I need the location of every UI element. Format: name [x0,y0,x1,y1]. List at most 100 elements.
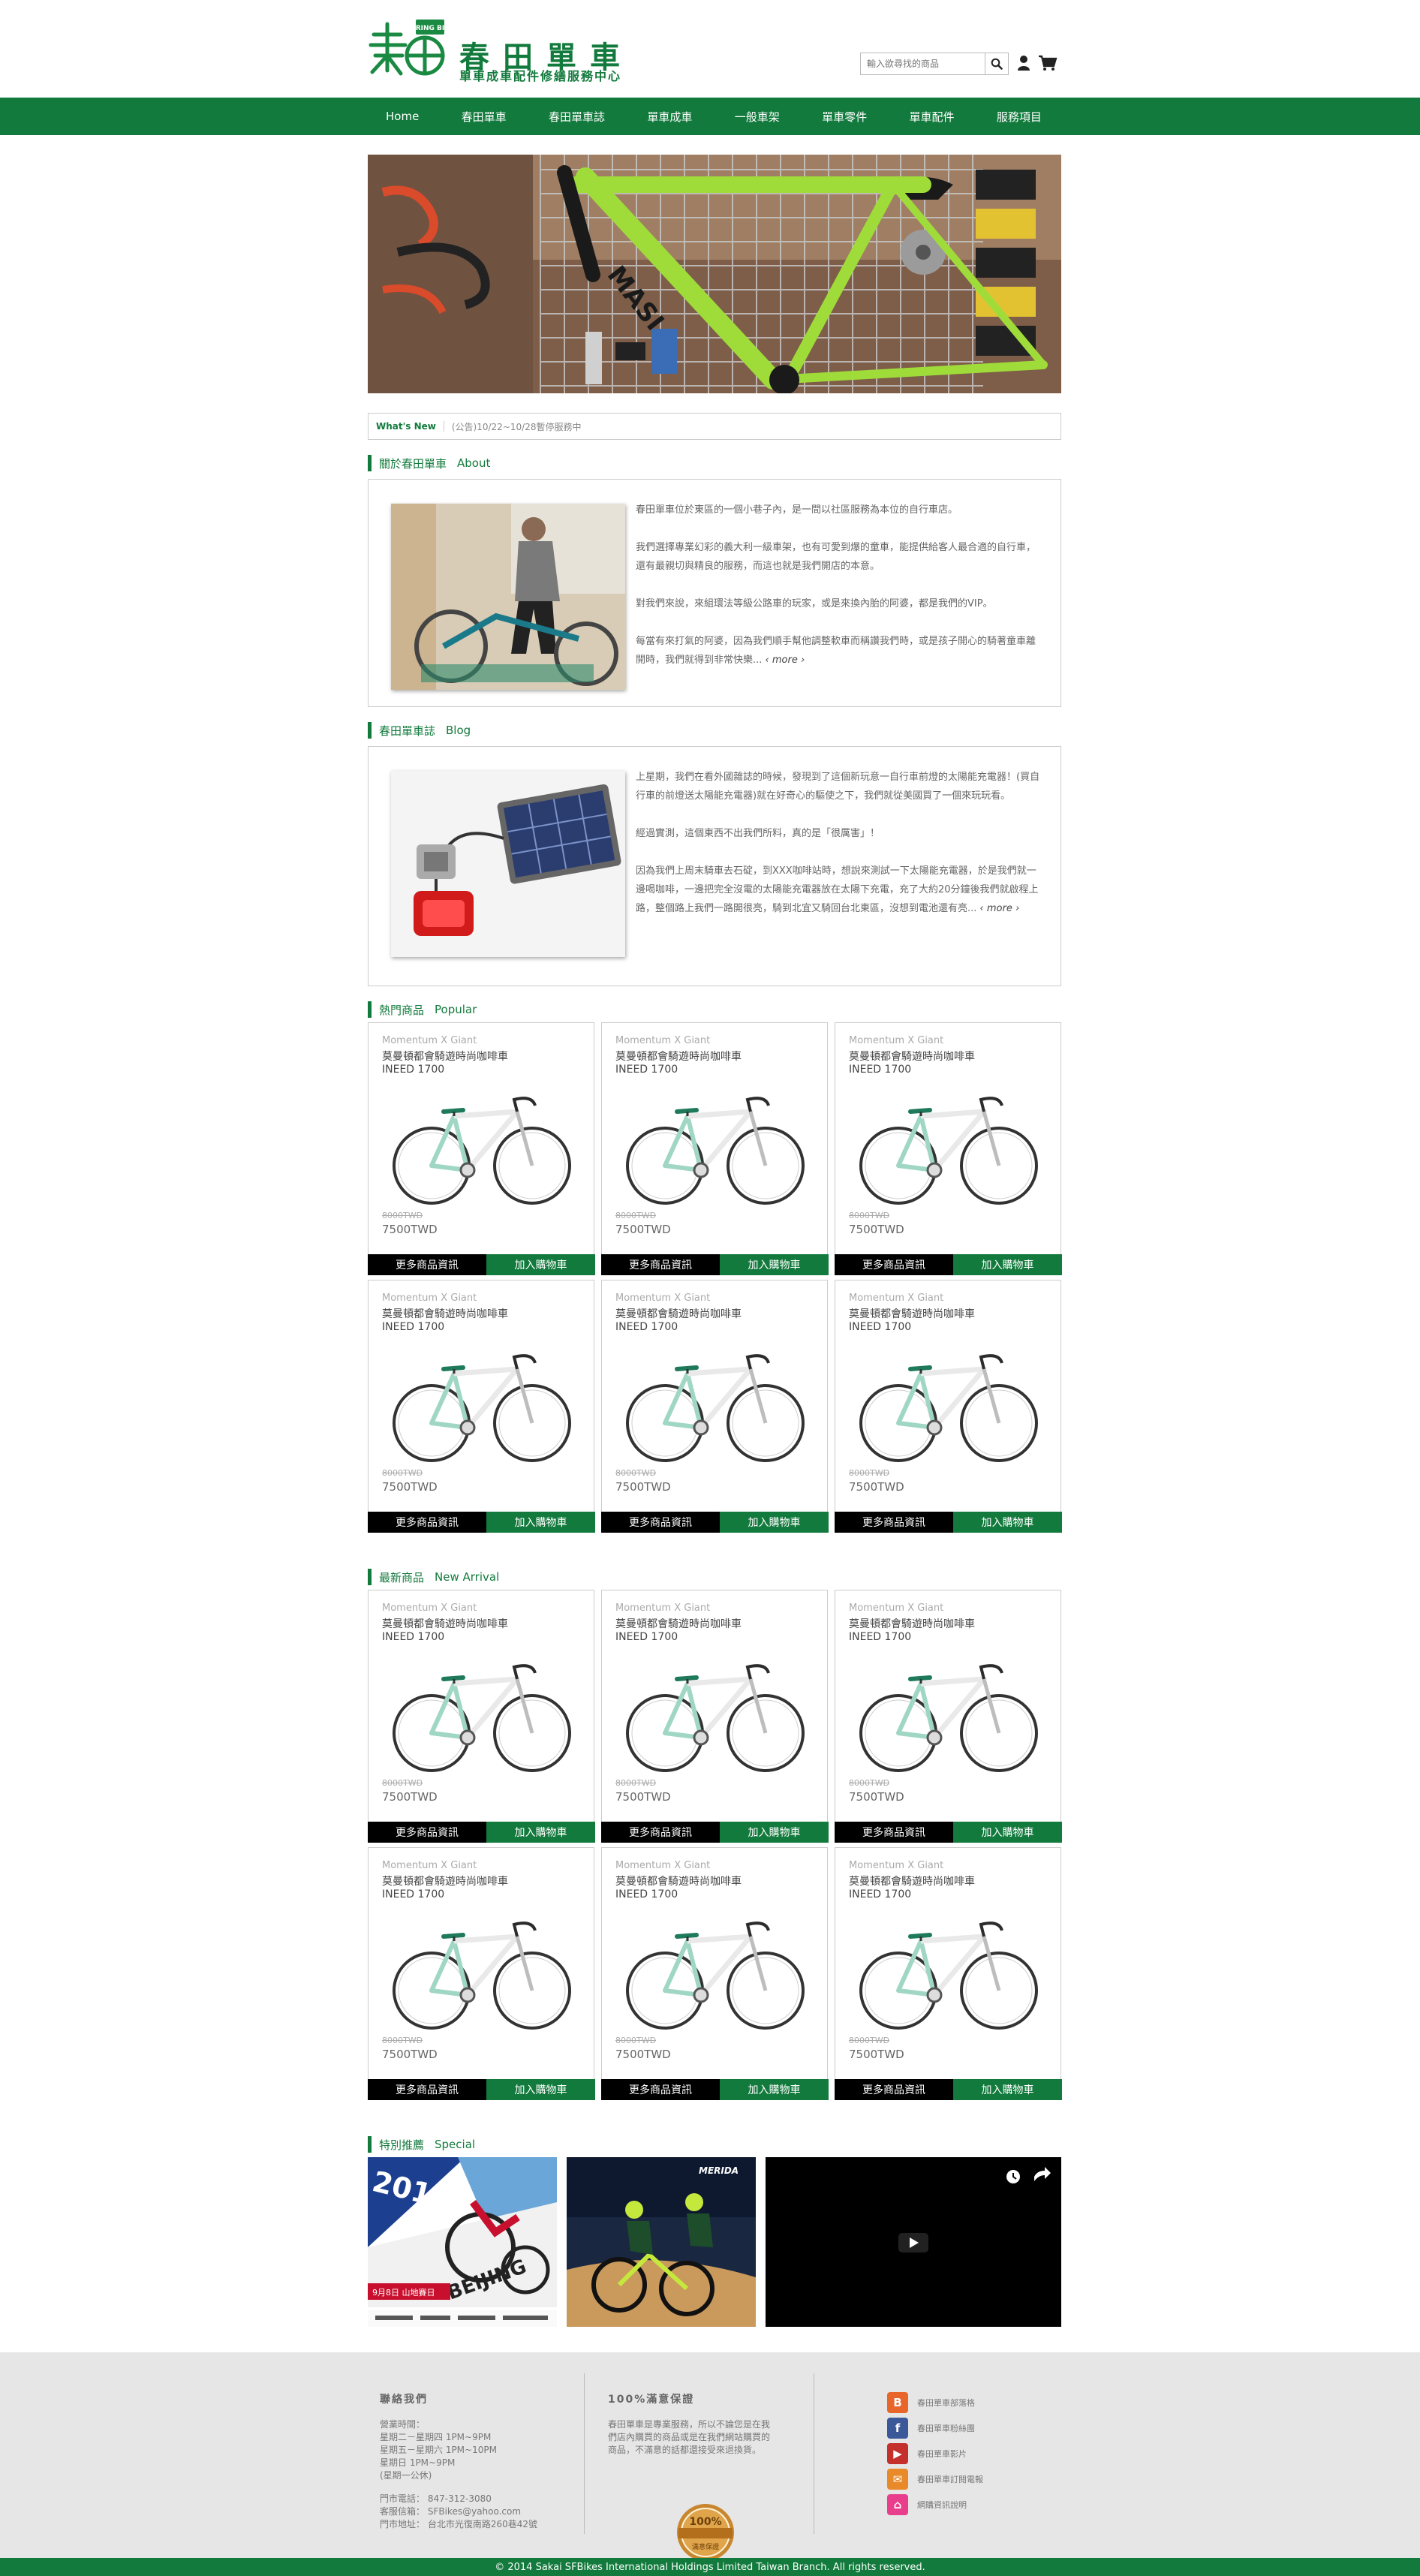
product-card[interactable]: Momentum X Giant 莫曼頓都會騎遊時尚咖啡車 INEED 1700… [601,1022,829,1275]
product-image[interactable] [618,1339,811,1467]
product-name[interactable]: 莫曼頓都會騎遊時尚咖啡車 [615,1306,742,1321]
more-info-button[interactable]: 更多商品資訊 [368,1254,486,1275]
product-image[interactable] [852,1082,1044,1209]
nav-home[interactable]: Home [386,110,419,123]
product-card[interactable]: Momentum X Giant 莫曼頓都會騎遊時尚咖啡車 INEED 1700… [835,1022,1062,1275]
product-name[interactable]: 莫曼頓都會騎遊時尚咖啡車 [849,1049,975,1064]
about-photo [391,504,625,690]
product-image[interactable] [618,1906,811,2034]
add-to-cart-button[interactable]: 加入購物車 [720,1254,829,1275]
more-info-button[interactable]: 更多商品資訊 [601,1254,720,1275]
add-to-cart-button[interactable]: 加入購物車 [486,1512,595,1533]
about-paragraph: 我們選擇專業幻彩的義大利一級車架，也有可愛到爆的童車，能提供給客人最合適的自行車… [636,542,1036,572]
product-name[interactable]: 莫曼頓都會騎遊時尚咖啡車 [382,1306,508,1321]
product-image[interactable] [385,1649,577,1777]
special-poster[interactable]: 2013 BEIJING 9月8日 山地賽日 [368,2157,557,2327]
phone-value[interactable]: 847-312-3080 [428,2493,492,2504]
blog-box: 上星期，我們在看外國雜誌的時候，發現到了這個新玩意一自行車前燈的太陽能充電器！(… [368,746,1061,986]
product-card[interactable]: Momentum X Giant 莫曼頓都會騎遊時尚咖啡車 INEED 1700… [835,1590,1062,1843]
special-video[interactable] [766,2157,1061,2327]
product-card[interactable]: Momentum X Giant 莫曼頓都會騎遊時尚咖啡車 INEED 1700… [601,1590,829,1843]
more-info-button[interactable]: 更多商品資訊 [835,1822,953,1843]
add-to-cart-button[interactable]: 加入購物車 [953,2079,1062,2100]
footer-guarantee: 100%滿意保證 春田單車是專業服務，所以不論您是在我 們店內購買的商品或是在我… [608,2391,803,2561]
more-info-button[interactable]: 更多商品資訊 [835,2079,953,2100]
user-icon[interactable] [1016,54,1031,72]
logo[interactable]: SPRING BIKE [368,18,454,80]
add-to-cart-button[interactable]: 加入購物車 [486,1822,595,1843]
product-old-price: 8000TWD [849,1778,890,1788]
about-title-en: About [457,456,491,470]
product-card[interactable]: Momentum X Giant 莫曼頓都會騎遊時尚咖啡車 INEED 1700… [368,1280,595,1533]
product-image[interactable] [852,1649,1044,1777]
social-link[interactable]: ▶ 春田單車影片 [887,2441,983,2466]
whats-new-text[interactable]: (公告)10/22~10/28暫停服務中 [444,420,582,433]
product-name[interactable]: 莫曼頓都會騎遊時尚咖啡車 [615,1873,742,1888]
product-card[interactable]: Momentum X Giant 莫曼頓都會騎遊時尚咖啡車 INEED 1700… [835,1280,1062,1533]
social-link[interactable]: B 春田單車部落格 [887,2390,983,2415]
product-image[interactable] [385,1339,577,1467]
hero-banner[interactable]: MASI [368,155,1061,393]
add-to-cart-button[interactable]: 加入購物車 [720,1512,829,1533]
new-arrival-title-en: New Arrival [435,1570,500,1584]
nav-springfield[interactable]: 春田單車 [462,109,507,125]
add-to-cart-button[interactable]: 加入購物車 [486,1254,595,1275]
footer-contact: 聯絡我們 營業時間： 星期二－星期四 1PM~9PM 星期五－星期六 1PM~1… [380,2391,537,2531]
social-link[interactable]: ✉ 春田單車訂閱電報 [887,2466,983,2492]
product-image[interactable] [618,1082,811,1209]
social-link[interactable]: f 春田單車粉絲團 [887,2415,983,2441]
nav-blog[interactable]: 春田單車誌 [549,109,605,125]
add-to-cart-button[interactable]: 加入購物車 [486,2079,595,2100]
product-image[interactable] [385,1906,577,2034]
more-info-button[interactable]: 更多商品資訊 [835,1254,953,1275]
product-card[interactable]: Momentum X Giant 莫曼頓都會騎遊時尚咖啡車 INEED 1700… [601,1280,829,1533]
product-image[interactable] [385,1082,577,1209]
product-card[interactable]: Momentum X Giant 莫曼頓都會騎遊時尚咖啡車 INEED 1700… [368,1022,595,1275]
whats-new-bar[interactable]: What's New (公告)10/22~10/28暫停服務中 [368,413,1061,440]
nav-frames[interactable]: 一般車架 [735,109,780,125]
more-info-button[interactable]: 更多商品資訊 [368,1822,486,1843]
add-to-cart-button[interactable]: 加入購物車 [953,1512,1062,1533]
more-info-button[interactable]: 更多商品資訊 [601,1512,720,1533]
more-info-button[interactable]: 更多商品資訊 [368,2079,486,2100]
special-photo[interactable]: MERIDA [567,2157,756,2327]
product-price: 7500TWD [382,1223,438,1236]
product-name[interactable]: 莫曼頓都會騎遊時尚咖啡車 [615,1616,742,1631]
more-info-button[interactable]: 更多商品資訊 [601,2079,720,2100]
search-input[interactable] [860,53,986,75]
nav-services[interactable]: 服務項目 [997,109,1042,125]
more-info-button[interactable]: 更多商品資訊 [835,1512,953,1533]
product-image[interactable] [852,1906,1044,2034]
product-name[interactable]: 莫曼頓都會騎遊時尚咖啡車 [849,1873,975,1888]
seal-bottom: 滿意保證 [692,2542,719,2551]
product-name[interactable]: 莫曼頓都會騎遊時尚咖啡車 [615,1049,742,1064]
product-card[interactable]: Momentum X Giant 莫曼頓都會騎遊時尚咖啡車 INEED 1700… [368,1847,595,2100]
product-name[interactable]: 莫曼頓都會騎遊時尚咖啡車 [382,1873,508,1888]
about-more-link[interactable]: ‹ more › [766,655,805,666]
product-name[interactable]: 莫曼頓都會騎遊時尚咖啡車 [849,1306,975,1321]
product-card[interactable]: Momentum X Giant 莫曼頓都會騎遊時尚咖啡車 INEED 1700… [835,1847,1062,2100]
product-name[interactable]: 莫曼頓都會騎遊時尚咖啡車 [382,1049,508,1064]
add-to-cart-button[interactable]: 加入購物車 [953,1254,1062,1275]
cart-icon[interactable] [1037,54,1058,72]
add-to-cart-button[interactable]: 加入購物車 [720,2079,829,2100]
product-card[interactable]: Momentum X Giant 莫曼頓都會騎遊時尚咖啡車 INEED 1700… [368,1590,595,1843]
more-info-button[interactable]: 更多商品資訊 [601,1822,720,1843]
more-info-button[interactable]: 更多商品資訊 [368,1512,486,1533]
add-to-cart-button[interactable]: 加入購物車 [953,1822,1062,1843]
nav-complete-bikes[interactable]: 單車成車 [647,109,692,125]
email-value[interactable]: SFBikes@yahoo.com [428,2506,521,2517]
about-paragraph: 每當有來打氣的阿婆，因為我們順手幫他調整軟車而稱讚我們時，或是孩子開心的騎著童車… [636,636,1036,666]
search-button[interactable] [985,53,1009,75]
product-name[interactable]: 莫曼頓都會騎遊時尚咖啡車 [849,1616,975,1631]
nav-accessories[interactable]: 單車配件 [910,109,955,125]
nav-parts[interactable]: 單車零件 [822,109,867,125]
product-name[interactable]: 莫曼頓都會騎遊時尚咖啡車 [382,1616,508,1631]
product-image[interactable] [852,1339,1044,1467]
social-link[interactable]: ⌂ 網購資訊說明 [887,2492,983,2517]
add-to-cart-button[interactable]: 加入購物車 [720,1822,829,1843]
product-price: 7500TWD [382,1790,438,1804]
product-card[interactable]: Momentum X Giant 莫曼頓都會騎遊時尚咖啡車 INEED 1700… [601,1847,829,2100]
blog-more-link[interactable]: ‹ more › [980,903,1020,914]
product-image[interactable] [618,1649,811,1777]
